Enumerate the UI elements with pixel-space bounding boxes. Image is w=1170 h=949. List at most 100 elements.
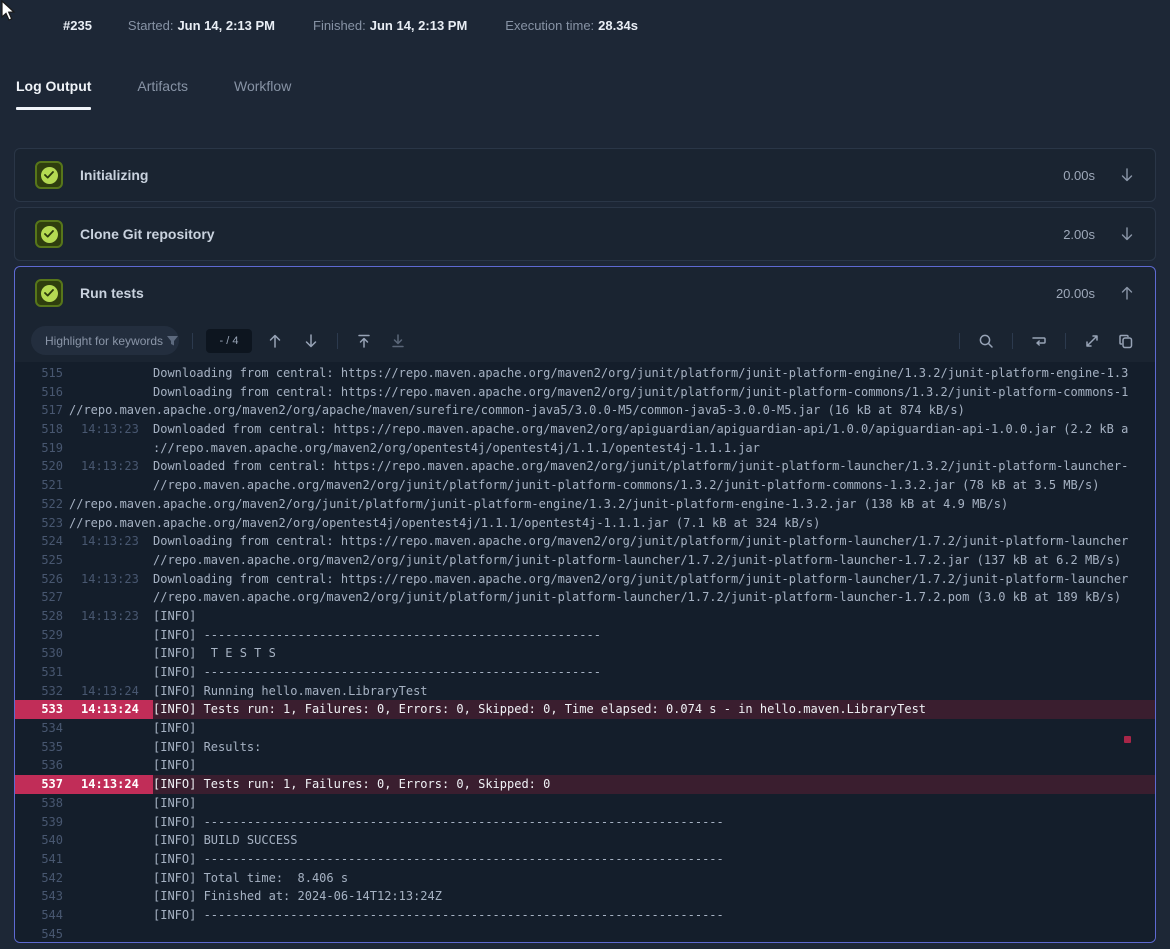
log-line-text: [INFO] ---------------------------------… (153, 663, 601, 682)
log-line-number: 538 (15, 794, 63, 813)
filter-funnel-icon[interactable] (163, 332, 181, 350)
log-line-text: [INFO] ---------------------------------… (153, 813, 724, 832)
log-line-text: [INFO] (153, 756, 196, 775)
step-initializing-header[interactable]: Initializing 0.00s (15, 149, 1155, 201)
log-line: 543[INFO] Finished at: 2024-06-14T12:13:… (15, 887, 1155, 906)
log-line-number: 517 (15, 401, 63, 420)
log-line-number: 525 (15, 551, 63, 570)
tab-bar: Log Output Artifacts Workflow (16, 78, 337, 110)
log-line: 521//repo.maven.apache.org/maven2/org/ju… (15, 476, 1155, 495)
log-line-timestamp (63, 588, 153, 607)
log-line: 516Downloading from central: https://rep… (15, 383, 1155, 402)
step-run-tests-header[interactable]: Run tests 20.00s (15, 267, 1155, 319)
log-line-text: [INFO] Total time: 8.406 s (153, 869, 348, 888)
log-line-timestamp: 14:13:23 (63, 420, 153, 439)
log-line-number: 516 (15, 383, 63, 402)
log-line: 542[INFO] Total time: 8.406 s (15, 869, 1155, 888)
log-line-text: //repo.maven.apache.org/maven2/org/junit… (153, 551, 1121, 570)
pipeline-steps: Initializing 0.00s Clone Git repository … (14, 148, 1156, 948)
log-line: 538 [INFO] (15, 794, 1155, 813)
success-check-icon (35, 279, 63, 307)
log-line-timestamp: 14:13:23 (63, 532, 153, 551)
log-line-number: 537 (15, 775, 63, 794)
build-execution-time: Execution time:28.34s (505, 18, 638, 33)
log-line: 534[INFO] (15, 719, 1155, 738)
log-line: 523//repo.maven.apache.org/maven2/org/op… (15, 514, 1155, 533)
log-line-number: 526 (15, 570, 63, 589)
log-line: 527//repo.maven.apache.org/maven2/org/ju… (15, 588, 1155, 607)
log-line-timestamp (63, 887, 153, 906)
next-match-icon[interactable] (298, 328, 324, 354)
log-line: 52814:13:23[INFO] (15, 607, 1155, 626)
log-line-timestamp (63, 383, 153, 402)
log-line-number: 541 (15, 850, 63, 869)
toolbar-divider (1012, 333, 1013, 349)
log-line: 544[INFO] ------------------------------… (15, 906, 1155, 925)
log-line-number: 515 (15, 364, 63, 383)
scrollbar-highlight-marker (1124, 736, 1131, 743)
scroll-to-bottom-icon[interactable] (385, 328, 411, 354)
chevron-up-icon[interactable] (1119, 285, 1135, 301)
log-line-text: Downloaded from central: https://repo.ma… (153, 420, 1128, 439)
step-title: Clone Git repository (80, 226, 1063, 242)
log-line-text: [INFO] (153, 794, 196, 813)
log-line: 535[INFO] Results: (15, 738, 1155, 757)
highlight-keywords-input[interactable]: Highlight for keywords (31, 326, 179, 355)
log-line: 519://repo.maven.apache.org/maven2/org/o… (15, 439, 1155, 458)
log-line: 531[INFO] ------------------------------… (15, 663, 1155, 682)
chevron-down-icon[interactable] (1119, 167, 1135, 183)
step-initializing: Initializing 0.00s (14, 148, 1156, 202)
log-line-timestamp (63, 663, 153, 682)
previous-match-icon[interactable] (262, 328, 288, 354)
chevron-down-icon[interactable] (1119, 226, 1135, 242)
log-line-timestamp (63, 794, 153, 813)
log-line-text: [INFO] (153, 607, 196, 626)
log-line-number: 539 (15, 813, 63, 832)
log-line: 540[INFO] BUILD SUCCESS (15, 831, 1155, 850)
build-header: #235 Started:Jun 14, 2:13 PM Finished:Ju… (63, 18, 676, 33)
toolbar-divider (337, 333, 338, 349)
log-line-text: [INFO] Finished at: 2024-06-14T12:13:24Z (153, 887, 442, 906)
build-started: Started:Jun 14, 2:13 PM (128, 18, 275, 33)
word-wrap-icon[interactable] (1026, 328, 1052, 354)
log-line-number: 530 (15, 644, 63, 663)
expand-fullscreen-icon[interactable] (1079, 328, 1105, 354)
log-line: 539 [INFO] ------------------------------… (15, 813, 1155, 832)
log-line-text: [INFO] (153, 719, 196, 738)
log-line-number: 518 (15, 420, 63, 439)
step-clone-git-header[interactable]: Clone Git repository 2.00s (15, 208, 1155, 260)
success-check-icon (35, 220, 63, 248)
build-finished: Finished:Jun 14, 2:13 PM (313, 18, 467, 33)
tab-workflow[interactable]: Workflow (234, 78, 291, 110)
log-line: 52414:13:23Downloading from central: htt… (15, 532, 1155, 551)
match-counter[interactable]: - / 4 (206, 329, 252, 353)
toolbar-divider (192, 333, 193, 349)
log-line-timestamp (63, 925, 153, 943)
log-line-number: 532 (15, 682, 63, 701)
log-line-text: [INFO] BUILD SUCCESS (153, 831, 298, 850)
scroll-to-top-icon[interactable] (351, 328, 377, 354)
toolbar-divider (959, 333, 960, 349)
log-output-area[interactable]: 515 Downloading from central: https://rep… (15, 362, 1155, 943)
log-line: 545 (15, 925, 1155, 943)
log-line-timestamp (63, 626, 153, 645)
log-line-text: Downloading from central: https://repo.m… (153, 570, 1128, 589)
log-line-timestamp (63, 869, 153, 888)
search-icon[interactable] (973, 328, 999, 354)
tab-artifacts[interactable]: Artifacts (137, 78, 188, 110)
log-line-number: 536 (15, 756, 63, 775)
tab-log-output[interactable]: Log Output (16, 78, 91, 110)
log-line-timestamp (63, 850, 153, 869)
log-line-text: Downloaded from central: https://repo.ma… (153, 457, 1128, 476)
log-line-timestamp (63, 439, 153, 458)
log-line: 51814:13:23Downloaded from central: http… (15, 420, 1155, 439)
log-line-text: [INFO] ---------------------------------… (153, 850, 724, 869)
step-title: Run tests (80, 285, 1056, 301)
log-line-timestamp (63, 756, 153, 775)
log-line: 52014:13:23Downloaded from central: http… (15, 457, 1155, 476)
copy-icon[interactable] (1113, 328, 1139, 354)
log-line-text: //repo.maven.apache.org/maven2/org/apach… (63, 401, 965, 420)
log-line-text: //repo.maven.apache.org/maven2/org/opent… (63, 514, 820, 533)
step-duration: 2.00s (1063, 227, 1095, 242)
log-line-number: 520 (15, 457, 63, 476)
